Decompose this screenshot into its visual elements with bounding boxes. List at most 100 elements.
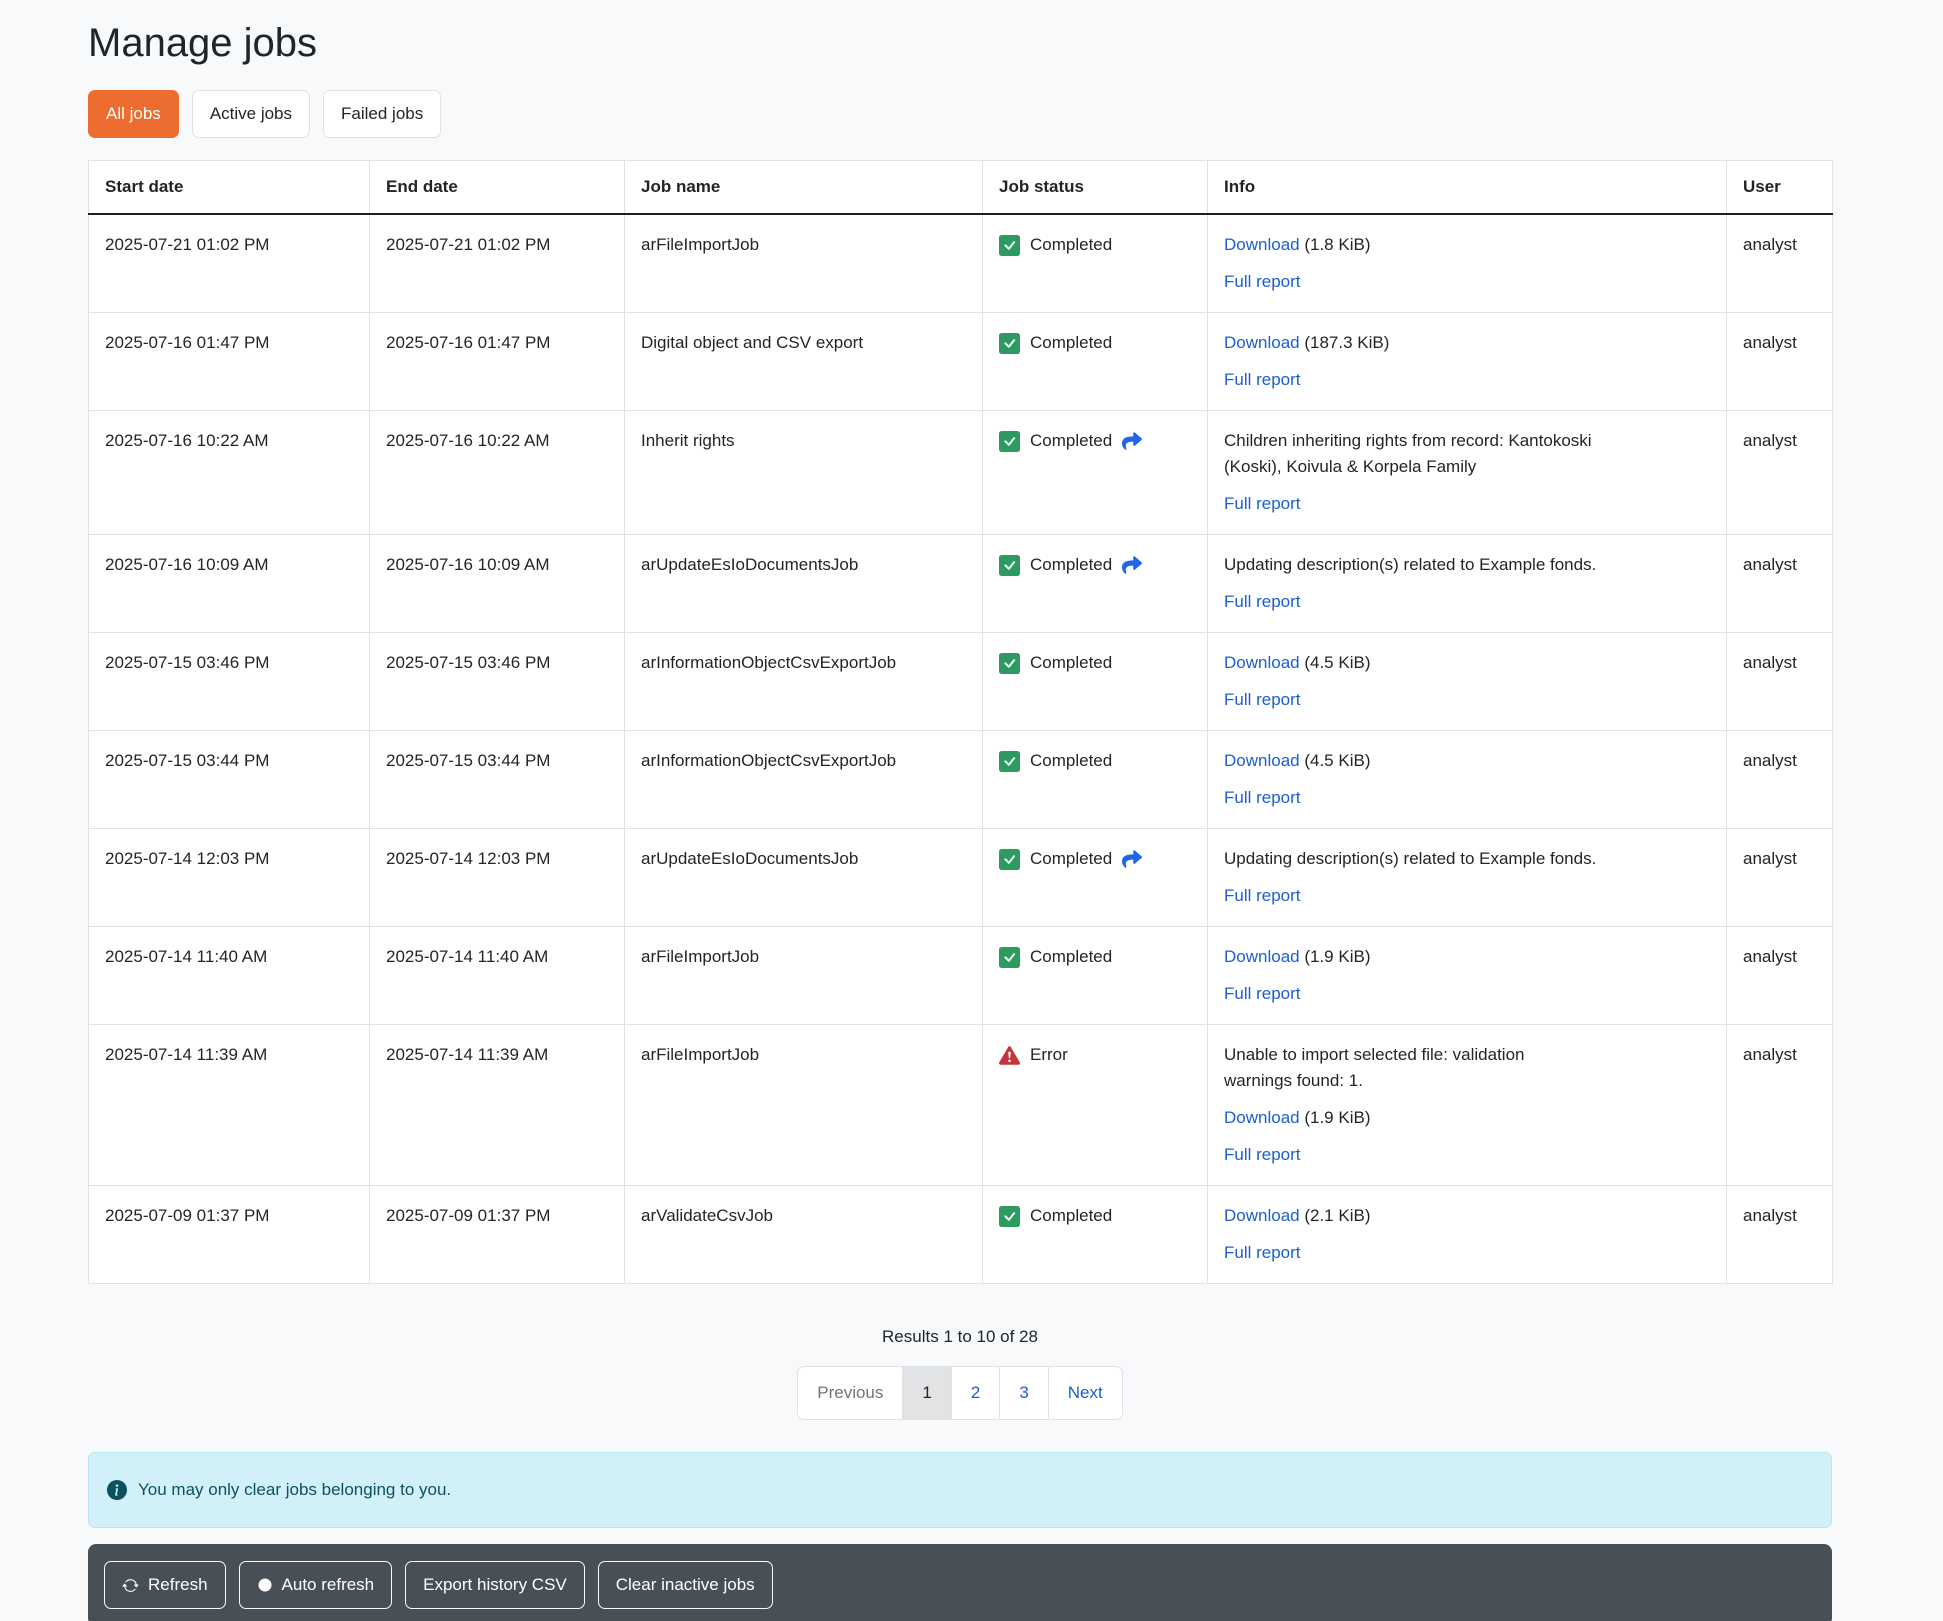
table-row: 2025-07-16 10:22 AM 2025-07-16 10:22 AM …	[89, 411, 1833, 535]
job-name-cell: arInformationObjectCsvExportJob	[625, 731, 983, 829]
table-row: 2025-07-14 12:03 PM 2025-07-14 12:03 PM …	[89, 829, 1833, 927]
job-filters: All jobs Active jobs Failed jobs	[88, 90, 1832, 138]
export-history-csv-button[interactable]: Export history CSV	[405, 1561, 585, 1609]
full-report-link[interactable]: Full report	[1224, 370, 1301, 389]
start-date-cell: 2025-07-15 03:46 PM	[89, 633, 370, 731]
pagination-previous[interactable]: Previous	[798, 1367, 903, 1419]
user-cell: analyst	[1727, 927, 1833, 1025]
info-alert: You may only clear jobs belonging to you…	[88, 1452, 1832, 1528]
completed-check-icon	[999, 555, 1020, 584]
column-header-end-date: End date	[370, 161, 625, 215]
auto-refresh-button[interactable]: Auto refresh	[239, 1561, 393, 1609]
end-date-cell: 2025-07-16 10:09 AM	[370, 535, 625, 633]
filter-all-jobs-button[interactable]: All jobs	[88, 90, 179, 138]
end-date-cell: 2025-07-15 03:46 PM	[370, 633, 625, 731]
status-label: Completed	[1030, 232, 1112, 258]
end-date-cell: 2025-07-21 01:02 PM	[370, 214, 625, 313]
pagination-page-3[interactable]: 3	[1000, 1367, 1048, 1419]
user-cell: analyst	[1727, 1186, 1833, 1284]
table-header-row: Start date End date Job name Job status …	[89, 161, 1833, 215]
auto-refresh-label: Auto refresh	[282, 1572, 375, 1598]
full-report-link[interactable]: Full report	[1224, 272, 1301, 291]
actions-toolbar: Refresh Auto refresh Export history CSV …	[88, 1544, 1832, 1621]
end-date-cell: 2025-07-16 01:47 PM	[370, 313, 625, 411]
status-label: Completed	[1030, 552, 1112, 578]
download-link[interactable]: Download	[1224, 947, 1300, 966]
pagination-next[interactable]: Next	[1049, 1367, 1122, 1419]
download-link[interactable]: Download	[1224, 333, 1300, 352]
pagination-page-2[interactable]: 2	[952, 1367, 1000, 1419]
status-label: Completed	[1030, 944, 1112, 970]
error-warning-icon	[999, 1045, 1020, 1074]
download-link[interactable]: Download	[1224, 751, 1300, 770]
full-report-link[interactable]: Full report	[1224, 984, 1301, 1003]
full-report-link[interactable]: Full report	[1224, 592, 1301, 611]
job-status-cell: Completed	[983, 927, 1208, 1025]
share-arrow-icon[interactable]	[1122, 431, 1142, 459]
user-cell: analyst	[1727, 535, 1833, 633]
table-row: 2025-07-14 11:40 AM 2025-07-14 11:40 AM …	[89, 927, 1833, 1025]
completed-check-icon	[999, 235, 1020, 264]
start-date-cell: 2025-07-15 03:44 PM	[89, 731, 370, 829]
end-date-cell: 2025-07-14 12:03 PM	[370, 829, 625, 927]
status-label: Completed	[1030, 1203, 1112, 1229]
job-status-cell: Completed	[983, 731, 1208, 829]
user-cell: analyst	[1727, 313, 1833, 411]
completed-check-icon	[999, 1206, 1020, 1235]
table-row: 2025-07-15 03:46 PM 2025-07-15 03:46 PM …	[89, 633, 1833, 731]
column-header-user: User	[1727, 161, 1833, 215]
results-summary: Results 1 to 10 of 28	[88, 1324, 1832, 1350]
full-report-link[interactable]: Full report	[1224, 788, 1301, 807]
info-cell: Download (4.5 KiB) Full report	[1208, 731, 1727, 829]
info-cell: Download (1.9 KiB) Full report	[1208, 927, 1727, 1025]
job-status-cell: Completed	[983, 1186, 1208, 1284]
share-arrow-icon[interactable]	[1122, 849, 1142, 877]
completed-check-icon	[999, 653, 1020, 682]
download-size: (1.9 KiB)	[1304, 947, 1370, 966]
status-label: Completed	[1030, 650, 1112, 676]
download-size: (1.8 KiB)	[1304, 235, 1370, 254]
completed-check-icon	[999, 947, 1020, 976]
clear-inactive-jobs-label: Clear inactive jobs	[616, 1572, 755, 1598]
start-date-cell: 2025-07-16 01:47 PM	[89, 313, 370, 411]
refresh-button[interactable]: Refresh	[104, 1561, 226, 1609]
info-cell: Updating description(s) related to Examp…	[1208, 829, 1727, 927]
user-cell: analyst	[1727, 731, 1833, 829]
job-status-cell: Completed	[983, 214, 1208, 313]
end-date-cell: 2025-07-09 01:37 PM	[370, 1186, 625, 1284]
job-name-cell: arUpdateEsIoDocumentsJob	[625, 535, 983, 633]
user-cell: analyst	[1727, 829, 1833, 927]
download-size: (4.5 KiB)	[1304, 751, 1370, 770]
start-date-cell: 2025-07-14 11:40 AM	[89, 927, 370, 1025]
manage-jobs-page: Manage jobs All jobs Active jobs Failed …	[88, 0, 1832, 1621]
table-row: 2025-07-14 11:39 AM 2025-07-14 11:39 AM …	[89, 1025, 1833, 1186]
full-report-link[interactable]: Full report	[1224, 690, 1301, 709]
completed-check-icon	[999, 849, 1020, 878]
clear-inactive-jobs-button[interactable]: Clear inactive jobs	[598, 1561, 773, 1609]
filter-failed-jobs-button[interactable]: Failed jobs	[323, 90, 441, 138]
download-link[interactable]: Download	[1224, 235, 1300, 254]
share-arrow-icon[interactable]	[1122, 555, 1142, 583]
job-name-cell: arFileImportJob	[625, 214, 983, 313]
filter-active-jobs-button[interactable]: Active jobs	[192, 90, 310, 138]
end-date-cell: 2025-07-14 11:39 AM	[370, 1025, 625, 1186]
full-report-link[interactable]: Full report	[1224, 494, 1301, 513]
full-report-link[interactable]: Full report	[1224, 1145, 1301, 1164]
full-report-link[interactable]: Full report	[1224, 1243, 1301, 1262]
start-date-cell: 2025-07-09 01:37 PM	[89, 1186, 370, 1284]
info-cell: Download (4.5 KiB) Full report	[1208, 633, 1727, 731]
job-name-cell: Inherit rights	[625, 411, 983, 535]
status-label: Completed	[1030, 846, 1112, 872]
download-link[interactable]: Download	[1224, 653, 1300, 672]
start-date-cell: 2025-07-14 11:39 AM	[89, 1025, 370, 1186]
completed-check-icon	[999, 431, 1020, 460]
info-cell: Updating description(s) related to Examp…	[1208, 535, 1727, 633]
table-row: 2025-07-16 01:47 PM 2025-07-16 01:47 PM …	[89, 313, 1833, 411]
download-link[interactable]: Download	[1224, 1108, 1300, 1127]
refresh-label: Refresh	[148, 1572, 208, 1598]
full-report-link[interactable]: Full report	[1224, 886, 1301, 905]
column-header-info: Info	[1208, 161, 1727, 215]
job-status-cell: Error	[983, 1025, 1208, 1186]
pagination-page-1[interactable]: 1	[903, 1367, 951, 1419]
download-link[interactable]: Download	[1224, 1206, 1300, 1225]
